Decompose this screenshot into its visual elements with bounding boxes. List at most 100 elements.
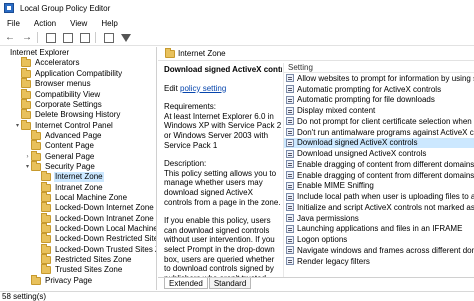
- policy-setting-icon: [286, 192, 294, 201]
- properties-icon[interactable]: [78, 31, 92, 45]
- setting-label: Enable MIME Sniffing: [297, 181, 374, 191]
- tree-item[interactable]: Delete Browsing History: [14, 109, 121, 120]
- collapsed-chevron-icon[interactable]: ›: [24, 152, 31, 162]
- tree-item-label: Advanced Page: [45, 130, 102, 140]
- folder-icon: [21, 98, 31, 109]
- tree-item-label: Internet Control Panel: [35, 120, 113, 130]
- setting-row[interactable]: Don't run antimalware programs against A…: [284, 127, 474, 138]
- setting-row[interactable]: Enable dragging of content from differen…: [284, 170, 474, 181]
- setting-row[interactable]: Include local path when user is uploadin…: [284, 191, 474, 202]
- setting-row[interactable]: Enable MIME Sniffing: [284, 181, 474, 192]
- tree-item[interactable]: ▾ Internet Control Panel: [14, 119, 114, 131]
- view-tabs: Extended Standard: [158, 277, 474, 290]
- tree-item-label: Locked-Down Internet Zone: [55, 203, 154, 213]
- setting-row[interactable]: Initialize and script ActiveX controls n…: [284, 202, 474, 213]
- forward-arrow-icon[interactable]: →: [20, 31, 34, 45]
- tree-item-label: Locked-Down Local Machine Zone: [55, 224, 157, 234]
- menu-view[interactable]: View: [63, 19, 94, 28]
- tree-item[interactable]: Internet Explorer: [2, 48, 70, 58]
- tree-item[interactable]: Locked-Down Trusted Sites Zone: [34, 243, 156, 255]
- setting-row[interactable]: Display mixed content: [284, 105, 474, 116]
- tree-item[interactable]: Locked-Down Intranet Zone: [34, 212, 155, 224]
- zone-header-label: Internet Zone: [178, 49, 226, 58]
- settings-list[interactable]: Setting Allow websites to prompt for inf…: [283, 63, 474, 277]
- setting-label: Do not prompt for client certificate sel…: [297, 116, 474, 126]
- folder-icon: [21, 88, 31, 99]
- tree-item[interactable]: Compatibility View: [14, 88, 101, 99]
- tab-standard[interactable]: Standard: [208, 278, 252, 289]
- policy-setting-icon: [286, 128, 294, 137]
- expanded-chevron-icon[interactable]: ▾: [14, 121, 21, 131]
- tree-item[interactable]: Restricted Sites Zone: [34, 254, 132, 265]
- menu-file[interactable]: File: [0, 19, 27, 28]
- setting-label: Enable dragging of content from differen…: [297, 159, 474, 169]
- policy-setting-icon: [286, 85, 294, 94]
- setting-row[interactable]: Launching applications and files in an I…: [284, 224, 474, 235]
- navigation-tree[interactable]: Internet Explorer Accelerators Application…: [0, 47, 157, 290]
- filter-icon[interactable]: [119, 31, 133, 45]
- folder-icon: [41, 171, 51, 182]
- tree-item[interactable]: Locked-Down Restricted Sites Zone: [34, 233, 156, 244]
- edit-policy-line: Edit policy setting: [164, 84, 282, 94]
- policy-setting-icon: [286, 117, 294, 126]
- folder-icon: [21, 119, 31, 130]
- setting-label: Include local path when user is uploadin…: [297, 192, 474, 202]
- folder-icon: [31, 129, 41, 140]
- tree-item[interactable]: Application Compatibility: [14, 67, 123, 79]
- toolbar-separator: [95, 32, 96, 43]
- tree-item-label: Privacy Page: [45, 275, 93, 285]
- help-icon[interactable]: [102, 31, 116, 45]
- policy-setting-icon: [286, 138, 294, 147]
- group-policy-app-icon: [4, 3, 14, 13]
- setting-row[interactable]: Navigate windows and frames across diffe…: [284, 245, 474, 256]
- tree-item[interactable]: ▾ Security Page: [24, 160, 96, 172]
- setting-row[interactable]: Allow websites to prompt for information…: [284, 73, 474, 84]
- setting-row[interactable]: Download signed ActiveX controls: [284, 137, 474, 149]
- setting-row[interactable]: Do not prompt for client certificate sel…: [284, 116, 474, 127]
- back-arrow-icon[interactable]: ←: [3, 31, 17, 45]
- expanded-chevron-icon[interactable]: ▾: [24, 162, 31, 172]
- tree-item[interactable]: Locked-Down Internet Zone: [34, 202, 155, 213]
- setting-label: Automatic prompting for file downloads: [297, 95, 435, 105]
- setting-label: Don't run antimalware programs against A…: [297, 127, 474, 137]
- tree-item-label: Content Page: [45, 141, 94, 151]
- policy-body-text: If you enable this policy, users can dow…: [164, 216, 275, 277]
- setting-row[interactable]: Logon options: [284, 234, 474, 245]
- policy-setting-icon: [286, 74, 294, 83]
- tree-item-label: Locked-Down Intranet Zone: [55, 213, 154, 223]
- folder-icon: [31, 274, 41, 285]
- tab-extended[interactable]: Extended: [164, 278, 208, 289]
- edit-prefix: Edit: [164, 83, 181, 93]
- setting-row[interactable]: Download unsigned ActiveX controls: [284, 148, 474, 159]
- setting-row[interactable]: Render legacy filters: [284, 256, 474, 267]
- policy-setting-icon: [286, 181, 294, 190]
- show-hide-tree-icon[interactable]: [44, 31, 58, 45]
- setting-label: Display mixed content: [297, 106, 376, 116]
- setting-column-header[interactable]: Setting: [284, 63, 474, 73]
- setting-label: Navigate windows and frames across diffe…: [297, 245, 474, 255]
- setting-label: Launching applications and files in an I…: [297, 224, 463, 234]
- export-list-icon[interactable]: [61, 31, 75, 45]
- menu-help[interactable]: Help: [94, 19, 124, 28]
- folder-icon: [31, 140, 41, 151]
- tree-item[interactable]: Locked-Down Local Machine Zone: [34, 223, 157, 234]
- setting-row[interactable]: Enable dragging of content from differen…: [284, 159, 474, 170]
- tree-item[interactable]: Privacy Page: [24, 274, 93, 286]
- tree-item-label: Compatibility View: [35, 89, 101, 99]
- setting-label: Logon options: [297, 235, 348, 245]
- menu-action[interactable]: Action: [27, 19, 63, 28]
- tree-item[interactable]: Trusted Sites Zone: [34, 264, 123, 275]
- tree-item-label: Restricted Sites Zone: [55, 255, 132, 265]
- status-bar: 58 setting(s): [0, 291, 474, 301]
- edit-policy-link[interactable]: policy setting: [180, 84, 226, 93]
- tree-item[interactable]: Corporate Settings: [14, 98, 103, 110]
- folder-icon: [31, 150, 41, 161]
- setting-row[interactable]: Java permissions: [284, 213, 474, 224]
- policy-setting-icon: [286, 203, 294, 212]
- setting-row[interactable]: Automatic prompting for ActiveX controls: [284, 84, 474, 95]
- setting-row[interactable]: Automatic prompting for file downloads: [284, 95, 474, 106]
- policy-title: Download signed ActiveX controls: [164, 65, 282, 74]
- policy-description: Download signed ActiveX controls Edit po…: [158, 63, 282, 277]
- setting-label: Download unsigned ActiveX controls: [297, 149, 427, 159]
- tree-item[interactable]: Local Machine Zone: [34, 192, 128, 203]
